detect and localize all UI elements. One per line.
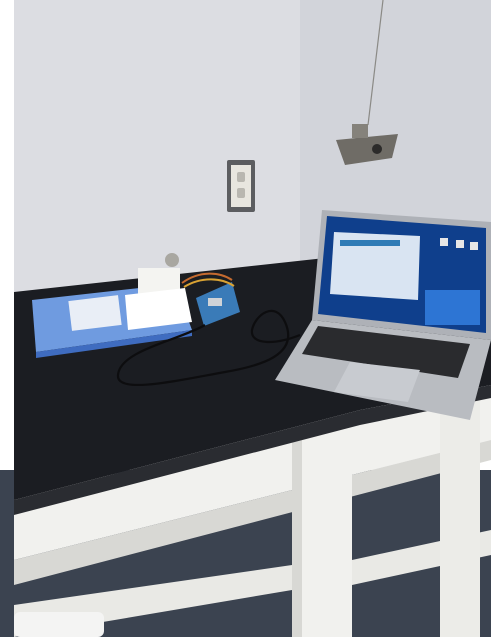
window-icon <box>340 240 400 246</box>
desktop-icon <box>440 238 448 246</box>
photo-scene <box>0 0 491 637</box>
wall-outlet <box>227 160 255 212</box>
foreground-object <box>14 612 104 637</box>
